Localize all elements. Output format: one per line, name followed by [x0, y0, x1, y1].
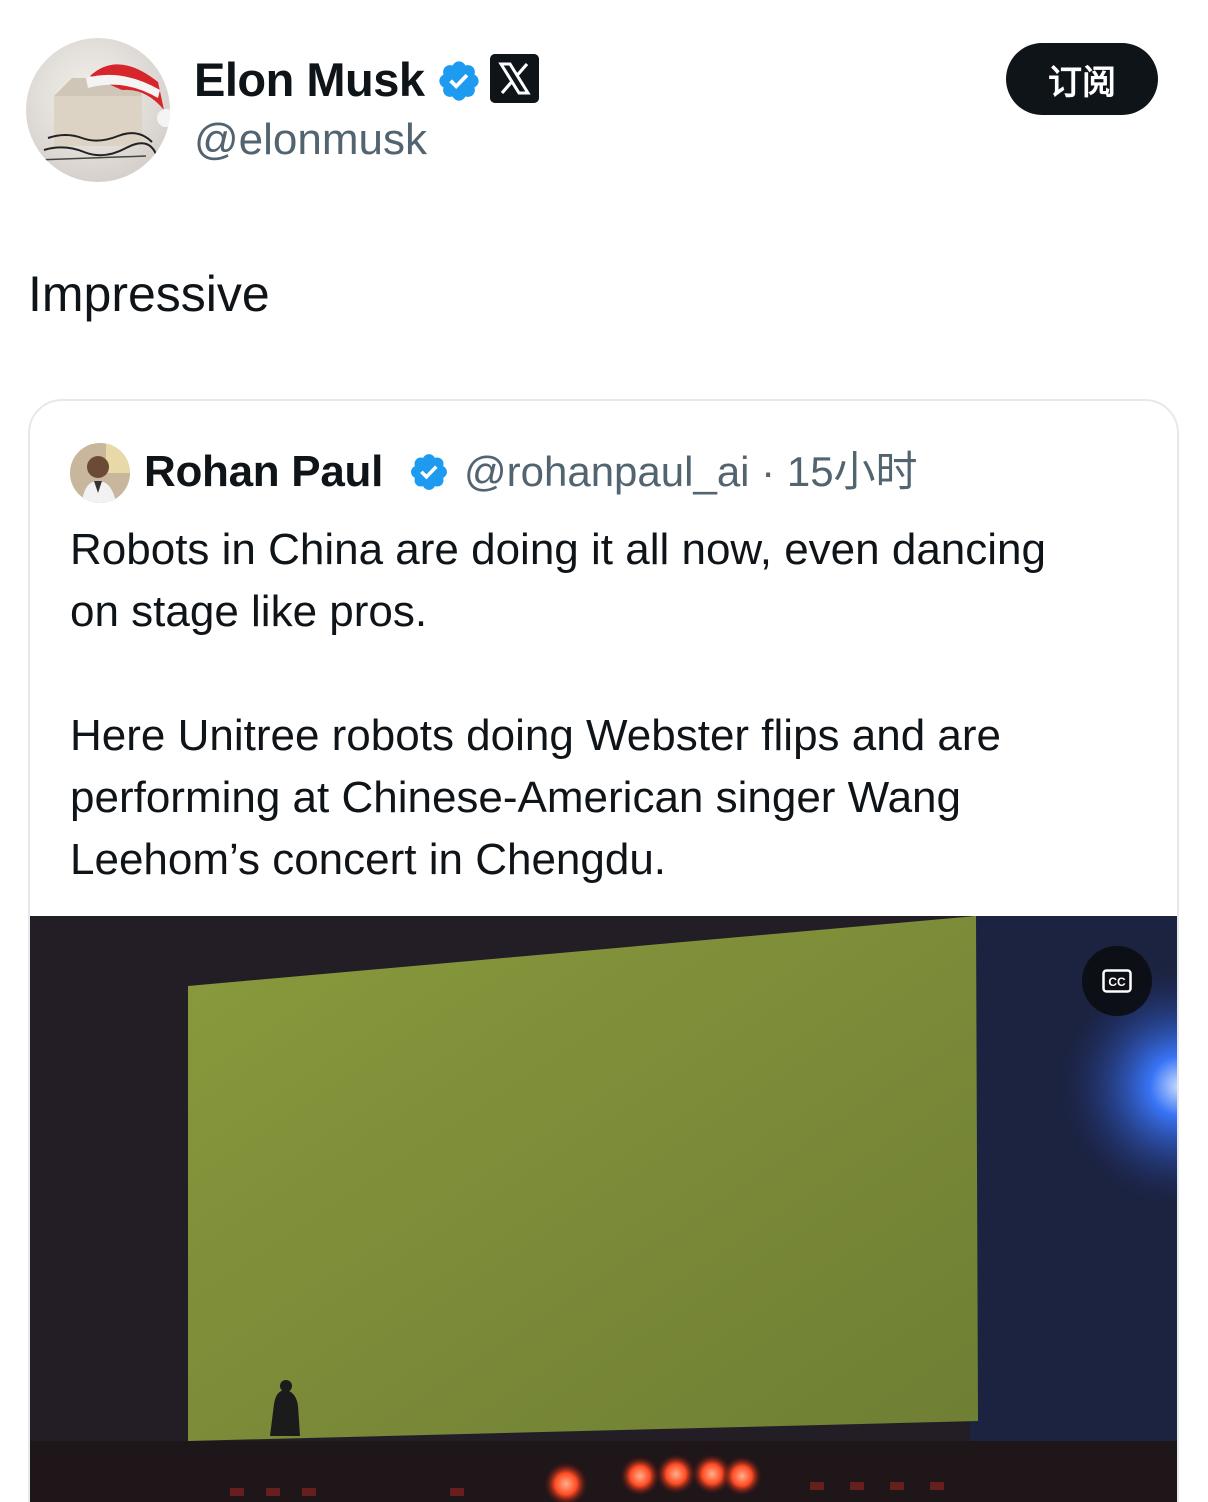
quoted-author-avatar[interactable]: [70, 443, 130, 503]
quoted-tweet-card[interactable]: Rohan Paul @rohanpaul_ai · 15小时 Robots i…: [28, 399, 1179, 1502]
quoted-paragraph: Here Unitree robots doing Webster flips …: [70, 711, 1002, 884]
video-player[interactable]: CC: [30, 916, 1177, 1502]
video-frame: [30, 916, 1177, 1502]
verified-badge-icon: [439, 61, 479, 101]
svg-text:CC: CC: [1108, 975, 1126, 989]
tweet-page: Elon Musk @elonmusk 订阅 Impressive Rohan …: [0, 0, 1208, 1502]
quoted-paragraph: Robots in China are doing it all now, ev…: [70, 525, 1046, 636]
quoted-author-name[interactable]: Rohan Paul: [144, 445, 383, 499]
tweet-text: Impressive: [28, 266, 270, 322]
quoted-tweet-text: Robots in China are doing it all now, ev…: [70, 519, 1150, 891]
subscribe-button[interactable]: 订阅: [1006, 43, 1158, 115]
author-handle[interactable]: @elonmusk: [194, 113, 427, 167]
verified-badge-icon: [411, 454, 447, 490]
quoted-handle-and-time[interactable]: @rohanpaul_ai · 15小时: [464, 445, 918, 499]
author-avatar[interactable]: [26, 38, 170, 182]
author-name[interactable]: Elon Musk: [194, 52, 425, 108]
closed-captions-icon[interactable]: CC: [1082, 946, 1152, 1016]
x-logo-icon: [490, 54, 539, 103]
